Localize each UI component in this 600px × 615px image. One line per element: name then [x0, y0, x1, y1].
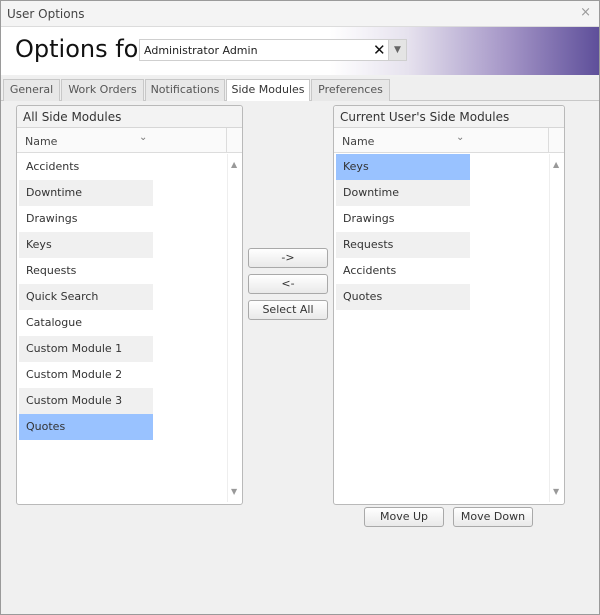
list-item[interactable]: Catalogue — [19, 310, 153, 336]
list-item-selected[interactable]: Quotes — [19, 414, 153, 440]
tab-preferences[interactable]: Preferences — [311, 79, 390, 101]
panel-title: Current User's Side Modules — [340, 110, 510, 124]
chevron-down-icon[interactable]: ▼ — [388, 40, 406, 60]
scroll-down-icon[interactable]: ▼ — [231, 487, 237, 496]
list-item[interactable]: Downtime — [336, 180, 470, 206]
list-item[interactable]: Drawings — [19, 206, 153, 232]
options-banner: Options for Administrator Admin ✕ ▼ — [1, 27, 599, 75]
user-select-value: Administrator Admin — [144, 44, 258, 57]
current-user-modules-panel: Current User's Side Modules Name ⌄ Keys … — [333, 105, 565, 505]
name-column-header[interactable]: Name ⌄ — [17, 128, 242, 153]
add-module-button[interactable]: -> — [248, 248, 328, 268]
column-label: Name — [25, 135, 58, 148]
move-up-button[interactable]: Move Up — [364, 507, 444, 527]
side-modules-content: All Side Modules Name ⌄ Accidents Downti… — [1, 101, 599, 614]
select-all-button[interactable]: Select All — [248, 300, 328, 320]
tab-bar: General Work Orders Notifications Side M… — [1, 77, 599, 102]
list-item[interactable]: Keys — [19, 232, 153, 258]
list-item[interactable]: Accidents — [19, 154, 153, 180]
list-scrollbar[interactable]: ▲ ▼ — [227, 154, 242, 502]
tab-work-orders[interactable]: Work Orders — [61, 79, 144, 101]
column-label: Name — [342, 135, 375, 148]
list-item[interactable]: Drawings — [336, 206, 470, 232]
name-column-header[interactable]: Name ⌄ — [334, 128, 564, 153]
list-item[interactable]: Requests — [336, 232, 470, 258]
list-item[interactable]: Custom Module 2 — [19, 362, 153, 388]
column-divider — [548, 128, 549, 153]
list-item[interactable]: Downtime — [19, 180, 153, 206]
panel-header: Current User's Side Modules — [334, 106, 564, 128]
title-bar: User Options × — [1, 1, 599, 27]
list-scrollbar[interactable]: ▲ ▼ — [549, 154, 564, 502]
user-options-window: User Options × Options for Administrator… — [0, 0, 600, 615]
list-item[interactable]: Quotes — [336, 284, 470, 310]
list-item[interactable]: Custom Module 1 — [19, 336, 153, 362]
close-icon[interactable]: × — [580, 5, 591, 20]
list-item-selected[interactable]: Keys — [336, 154, 470, 180]
clear-icon[interactable]: ✕ — [373, 41, 386, 59]
scroll-up-icon[interactable]: ▲ — [553, 160, 559, 169]
chevron-down-icon[interactable]: ⌄ — [139, 132, 147, 143]
scroll-up-icon[interactable]: ▲ — [231, 160, 237, 169]
window-title: User Options — [7, 7, 85, 21]
panel-header: All Side Modules — [17, 106, 242, 128]
remove-module-button[interactable]: <- — [248, 274, 328, 294]
list-item[interactable]: Quick Search — [19, 284, 153, 310]
list-item[interactable]: Requests — [19, 258, 153, 284]
list-item[interactable]: Custom Module 3 — [19, 388, 153, 414]
all-side-modules-panel: All Side Modules Name ⌄ Accidents Downti… — [16, 105, 243, 505]
tab-side-modules[interactable]: Side Modules — [226, 79, 310, 102]
user-select[interactable]: Administrator Admin ✕ ▼ — [139, 39, 407, 61]
tab-general[interactable]: General — [3, 79, 60, 101]
list-item[interactable]: Accidents — [336, 258, 470, 284]
move-down-button[interactable]: Move Down — [453, 507, 533, 527]
banner-title: Options for — [15, 35, 149, 63]
tab-notifications[interactable]: Notifications — [145, 79, 225, 101]
column-divider — [226, 128, 227, 153]
scroll-down-icon[interactable]: ▼ — [553, 487, 559, 496]
chevron-down-icon[interactable]: ⌄ — [456, 132, 464, 143]
panel-title: All Side Modules — [23, 110, 122, 124]
